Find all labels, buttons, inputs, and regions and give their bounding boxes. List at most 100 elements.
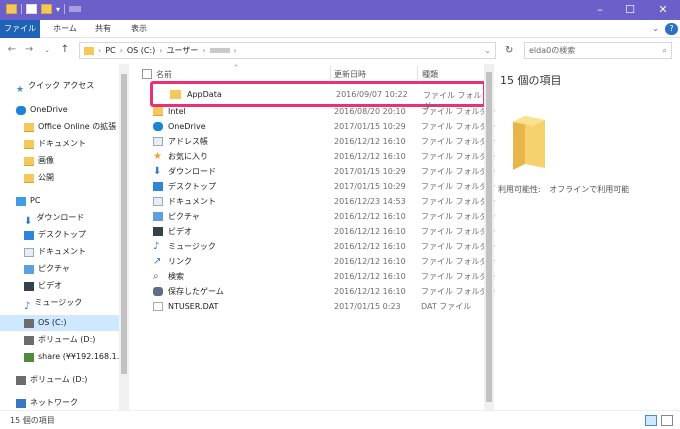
new-folder-icon[interactable] (41, 4, 52, 14)
properties-icon[interactable] (26, 4, 37, 14)
nav-label: PC (30, 196, 41, 205)
file-date: 2017/01/15 10:29 (334, 182, 406, 191)
nav-desktop[interactable]: デスクトップ (24, 227, 86, 243)
large-icons-view-icon[interactable] (661, 415, 673, 426)
tab-share[interactable]: 共有 (88, 20, 118, 38)
network-icon (16, 398, 26, 408)
file-row[interactable]: NTUSER.DAT 2017/01/15 0:23 DAT ファイル (153, 299, 483, 314)
nav-quick-access[interactable]: ★ クイック アクセス (16, 78, 94, 95)
document-icon (24, 247, 34, 257)
nav-videos[interactable]: ビデオ (24, 278, 62, 294)
back-icon[interactable]: ← (5, 42, 19, 58)
tab-home[interactable]: ホーム (45, 20, 85, 38)
breadcrumb-pc[interactable]: PC (105, 46, 115, 55)
column-header-type[interactable]: 種類 (422, 68, 438, 81)
nav-music[interactable]: ♪ ミュージック (24, 295, 82, 312)
file-row[interactable]: ♪ ミュージック 2016/12/12 16:10 ファイル フォルダー (153, 239, 496, 254)
tab-view[interactable]: 表示 (124, 20, 154, 38)
nav-onedrive-pictures[interactable]: 画像 (24, 153, 54, 169)
availability-value: オフラインで利用可能 (549, 185, 630, 194)
music-icon: ♪ (24, 300, 31, 312)
refresh-icon[interactable]: ↻ (505, 45, 513, 56)
file-date: 2017/01/15 0:23 (334, 302, 401, 311)
nav-label: OneDrive (30, 105, 68, 114)
nav-pictures[interactable]: ピクチャ (24, 261, 70, 277)
address-bar[interactable]: › PC › OS (C:) › ユーザー › › ⌄ (79, 42, 496, 59)
nav-downloads[interactable]: ⬇ ダウンロード (24, 210, 84, 227)
folder-icon (24, 156, 34, 166)
pictures-icon (153, 212, 163, 221)
nav-pc[interactable]: PC (16, 193, 40, 209)
divider (417, 66, 418, 81)
nav-office-online[interactable]: Office Online の拡張 (24, 119, 116, 135)
file-row[interactable]: ドキュメント 2016/12/23 14:53 ファイル フォルダー (153, 194, 496, 209)
cloud-icon (16, 105, 26, 115)
nav-os-c[interactable]: OS (C:) (0, 315, 119, 331)
file-date: 2016/12/12 16:10 (334, 272, 406, 281)
file-name: リンク (168, 257, 192, 266)
disk-icon (24, 335, 34, 345)
nav-label: ビデオ (38, 281, 62, 290)
file-row[interactable]: アドレス帳 2016/12/12 16:10 ファイル フォルダー (153, 134, 496, 149)
video-icon (24, 281, 34, 291)
nav-label: ドキュメント (38, 139, 86, 148)
status-bar: 15 個の項目 (0, 410, 680, 429)
nav-onedrive-documents[interactable]: ドキュメント (24, 136, 86, 152)
file-date: 2016/12/23 14:53 (334, 197, 406, 206)
nav-onedrive[interactable]: OneDrive (16, 102, 68, 118)
file-row[interactable]: ピクチャ 2016/12/12 16:10 ファイル フォルダー (153, 209, 496, 224)
folder-icon (24, 139, 34, 149)
tab-file[interactable]: ファイル (0, 20, 40, 38)
customize-toolbar-icon[interactable]: ▾ (56, 5, 60, 14)
link-icon: ↗ (153, 256, 162, 267)
file-row[interactable]: デスクトップ 2017/01/15 10:29 ファイル フォルダー (153, 179, 496, 194)
highlighted-row-appdata[interactable]: AppData 2016/09/07 10:22 ファイル フォルダー (150, 81, 486, 111)
folder-icon (24, 122, 34, 132)
select-all-checkbox[interactable] (142, 69, 152, 79)
up-icon[interactable]: ↑ (58, 42, 72, 58)
status-item-count: 15 個の項目 (10, 416, 55, 425)
nav-onedrive-public[interactable]: 公開 (24, 170, 54, 186)
nav-network[interactable]: ネットワーク (16, 395, 78, 411)
file-row[interactable]: ビデオ 2016/12/12 16:10 ファイル フォルダー (153, 224, 496, 239)
breadcrumb-os-c[interactable]: OS (C:) (127, 46, 155, 55)
address-dropdown-icon[interactable]: ⌄ (484, 46, 491, 55)
recent-locations-icon[interactable]: ⌄ (40, 42, 54, 58)
nav-volume-d[interactable]: ボリューム (D:) (24, 332, 95, 348)
nav-documents[interactable]: ドキュメント (24, 244, 86, 260)
file-row[interactable]: 保存したゲーム 2016/12/12 16:10 ファイル フォルダー (153, 284, 496, 299)
details-view-icon[interactable] (645, 415, 657, 426)
search-placeholder: elda0の検索 (529, 46, 576, 55)
sort-ascending-icon: ^ (233, 64, 239, 72)
maximize-button[interactable]: ☐ (615, 0, 645, 20)
column-header-name[interactable]: 名前 (156, 68, 172, 81)
expand-ribbon-icon[interactable]: ⌄ (649, 23, 662, 35)
nav-scrollbar[interactable] (119, 64, 129, 410)
availability-label: 利用可能性: (498, 185, 541, 194)
file-row[interactable]: ⌕ 検索 2016/12/12 16:10 ファイル フォルダー (153, 269, 496, 284)
file-row[interactable]: ⬇ ダウンロード 2017/01/15 10:29 ファイル フォルダー (153, 164, 496, 179)
file-name: 保存したゲーム (168, 287, 224, 296)
close-button[interactable]: ✕ (648, 0, 678, 20)
column-header-date[interactable]: 更新日時 (334, 68, 366, 81)
file-list: ^ 名前 更新日時 種類 Intel 2016/08/20 20:10 ファイル… (130, 64, 496, 410)
breadcrumb-users[interactable]: ユーザー (166, 45, 198, 56)
file-row[interactable]: OneDrive 2017/01/15 10:29 ファイル フォルダー (153, 119, 496, 134)
file-list-scrollbar[interactable] (484, 64, 494, 410)
forward-icon[interactable]: → (22, 42, 36, 58)
minimize-button[interactable]: – (585, 0, 615, 20)
star-icon: ★ (153, 151, 162, 162)
scroll-thumb[interactable] (121, 74, 127, 374)
nav-share[interactable]: share (¥¥192.168.1.18 (24, 349, 129, 365)
file-row[interactable]: ↗ リンク 2016/12/12 16:10 ファイル フォルダー (153, 254, 496, 269)
scroll-thumb[interactable] (486, 72, 492, 402)
help-icon[interactable]: ? (665, 23, 678, 35)
nav-label: ピクチャ (38, 264, 70, 273)
file-date: 2016/12/12 16:10 (334, 212, 406, 221)
file-date: 2016/12/12 16:10 (334, 287, 406, 296)
item-count: 15 個の項目 (500, 74, 562, 87)
search-input[interactable]: elda0の検索 ⌕ (524, 42, 672, 59)
nav-volume-d-root[interactable]: ボリューム (D:) (16, 372, 87, 388)
file-row[interactable]: ★ お気に入り 2016/12/12 16:10 ファイル フォルダー (153, 149, 496, 164)
search-icon: ⌕ (662, 46, 667, 55)
